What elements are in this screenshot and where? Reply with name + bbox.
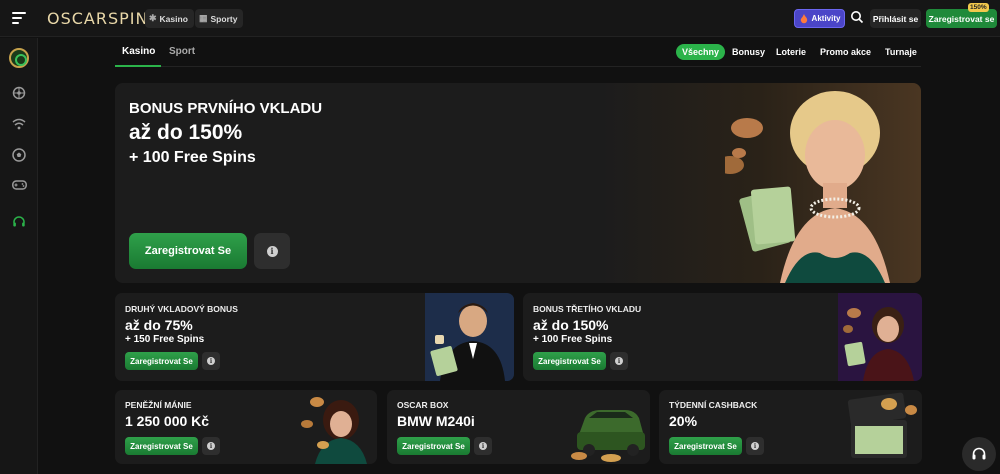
gamepad-icon[interactable] xyxy=(11,179,27,195)
football-icon[interactable] xyxy=(11,148,27,164)
activity-button[interactable]: Aktivity xyxy=(794,9,845,28)
card-register-button[interactable]: Zaregistrovat Se xyxy=(533,352,606,370)
hero-free-spins: + 100 Free Spins xyxy=(129,149,256,166)
card-amount: až do 150% xyxy=(533,317,609,333)
sub-navigation: Kasino Sport Všechny Bonusy Loterie Prom… xyxy=(115,38,921,67)
active-tab-underline xyxy=(115,65,161,67)
card-info-button[interactable]: i xyxy=(746,437,764,455)
info-icon: i xyxy=(751,442,759,450)
card-register-button[interactable]: Zaregistrovat Se xyxy=(125,352,198,370)
card-woman-coins-illustration xyxy=(301,397,367,464)
sports-grid-icon: ▦ xyxy=(199,13,208,23)
hero-woman-illustration xyxy=(725,91,890,283)
login-button[interactable]: Přihlásit se xyxy=(870,9,921,28)
tab-kasino[interactable]: ✱ Kasino xyxy=(145,9,194,28)
card-woman-illustration xyxy=(838,293,922,381)
hero-info-button[interactable]: i xyxy=(254,233,290,269)
card-title: DRUHÝ VKLADOVÝ BONUS xyxy=(125,304,238,314)
promo-card-money-mania[interactable]: PENĚŽNÍ MÁNIE 1 250 000 Kč Zaregistrovat… xyxy=(115,390,377,464)
promo-card-second-deposit[interactable]: DRUHÝ VKLADOVÝ BONUS až do 75% + 150 Fre… xyxy=(115,293,514,381)
hero-register-button[interactable]: Zaregistrovat Se xyxy=(129,233,247,269)
slots-reel-icon[interactable] xyxy=(11,86,27,102)
card-extra: + 100 Free Spins xyxy=(533,334,613,345)
card-info-button[interactable]: i xyxy=(202,352,220,370)
promo-card-oscar-box[interactable]: OSCAR BOX BMW M240i Zaregistrovat Se i xyxy=(387,390,650,464)
hero-banner: BONUS PRVNÍHO VKLADU až do 150% + 100 Fr… xyxy=(115,83,921,283)
filter-loterie[interactable]: Loterie xyxy=(776,44,806,60)
register-bonus-badge: 150% xyxy=(968,3,989,12)
subtab-kasino[interactable]: Kasino xyxy=(122,46,155,57)
headset-icon xyxy=(972,447,986,460)
info-icon: i xyxy=(266,245,278,257)
activity-fire-icon xyxy=(800,13,807,23)
top-bar: OSCARSPIN ✱ Kasino ▦ Sporty Aktivity Při… xyxy=(0,0,1000,37)
site-logo[interactable]: OSCARSPIN xyxy=(47,9,148,28)
info-icon: i xyxy=(615,357,623,365)
tab-sporty-label: Sporty xyxy=(210,13,238,24)
card-amount: BMW M240i xyxy=(397,413,475,429)
filter-promo-akce[interactable]: Promo akce xyxy=(820,44,871,60)
filter-turnaje[interactable]: Turnaje xyxy=(885,44,917,60)
activity-label: Aktivity xyxy=(811,14,841,23)
hero-amount: až do 150% xyxy=(129,121,243,144)
card-car-illustration xyxy=(571,410,645,462)
promo-card-weekly-cashback[interactable]: TÝDENNÍ CASHBACK 20% Zaregistrovat Se i xyxy=(659,390,922,464)
card-title: TÝDENNÍ CASHBACK xyxy=(669,400,758,410)
tab-kasino-label: Kasino xyxy=(159,13,188,24)
filter-bonusy[interactable]: Bonusy xyxy=(732,44,765,60)
live-chat-button[interactable] xyxy=(962,437,996,471)
info-icon: i xyxy=(479,442,487,450)
card-amount: až do 75% xyxy=(125,317,193,333)
casino-chip-icon: ✱ xyxy=(149,13,157,23)
card-amount: 20% xyxy=(669,413,698,429)
search-icon[interactable] xyxy=(850,10,864,24)
card-cash-case-illustration xyxy=(847,392,917,458)
card-info-button[interactable]: i xyxy=(474,437,492,455)
card-register-button[interactable]: Zaregistrovat Se xyxy=(125,437,198,455)
info-icon: i xyxy=(207,357,215,365)
info-icon: i xyxy=(207,442,215,450)
card-title: PENĚŽNÍ MÁNIE xyxy=(125,400,192,410)
promo-card-third-deposit[interactable]: BONUS TŘETÍHO VKLADU až do 150% + 100 Fr… xyxy=(523,293,922,381)
card-amount: 1 250 000 Kč xyxy=(125,413,210,429)
hero-title: BONUS PRVNÍHO VKLADU xyxy=(129,100,323,117)
tab-sporty[interactable]: ▦ Sporty xyxy=(195,9,244,28)
card-man-illustration xyxy=(425,293,514,381)
card-register-button[interactable]: Zaregistrovat Se xyxy=(397,437,470,455)
hamburger-menu-icon[interactable] xyxy=(12,12,26,24)
filter-vsechny[interactable]: Všechny xyxy=(676,44,726,60)
support-headset-icon[interactable] xyxy=(11,215,27,231)
card-title: OSCAR BOX xyxy=(397,400,449,410)
card-extra: + 150 Free Spins xyxy=(125,334,205,345)
oscarspin-logo-icon[interactable] xyxy=(9,48,29,68)
live-signal-icon[interactable] xyxy=(11,117,27,133)
card-info-button[interactable]: i xyxy=(202,437,220,455)
sidebar xyxy=(0,38,38,474)
card-info-button[interactable]: i xyxy=(610,352,628,370)
subtab-sport[interactable]: Sport xyxy=(169,46,195,57)
card-title: BONUS TŘETÍHO VKLADU xyxy=(533,304,642,314)
card-register-button[interactable]: Zaregistrovat Se xyxy=(669,437,742,455)
